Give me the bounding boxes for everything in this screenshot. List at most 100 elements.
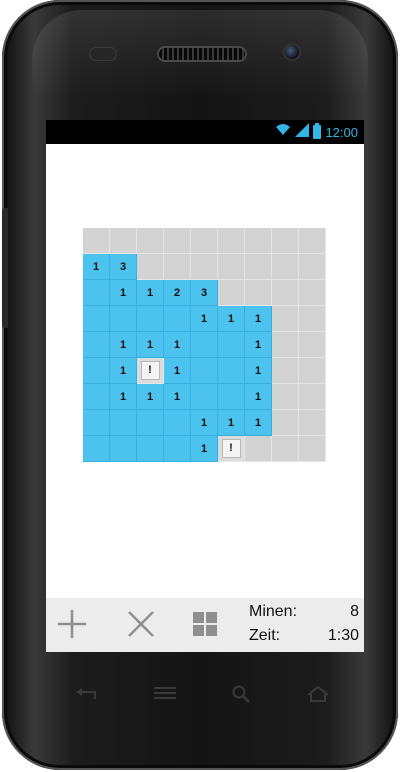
board-cell[interactable]: ! xyxy=(137,358,164,384)
front-camera xyxy=(285,45,299,59)
board-cell[interactable] xyxy=(272,358,299,384)
board-cell[interactable]: 1 xyxy=(137,332,164,358)
board-cell[interactable] xyxy=(110,410,137,436)
board-cell[interactable]: 1 xyxy=(137,280,164,306)
board-cell[interactable]: 1 xyxy=(137,384,164,410)
board-cell[interactable] xyxy=(164,410,191,436)
board-cell[interactable] xyxy=(272,254,299,280)
board-cell[interactable] xyxy=(272,306,299,332)
board-cell[interactable] xyxy=(218,384,245,410)
board-cell[interactable] xyxy=(191,228,218,254)
menu-key[interactable] xyxy=(145,680,185,712)
board-cell[interactable] xyxy=(272,332,299,358)
board-cell[interactable] xyxy=(191,332,218,358)
board-cell[interactable] xyxy=(110,228,137,254)
board-cell[interactable]: ! xyxy=(218,436,245,462)
board-cell[interactable] xyxy=(191,254,218,280)
board-cell[interactable] xyxy=(299,410,326,436)
board-cell[interactable] xyxy=(245,280,272,306)
board-cell[interactable] xyxy=(299,436,326,462)
board-cell[interactable] xyxy=(137,436,164,462)
back-key[interactable] xyxy=(66,680,106,712)
board-cell[interactable] xyxy=(299,384,326,410)
board-cell[interactable] xyxy=(164,254,191,280)
board-cell[interactable] xyxy=(191,358,218,384)
signal-icon xyxy=(295,122,310,142)
board-cell[interactable] xyxy=(83,280,110,306)
board-cell[interactable] xyxy=(272,384,299,410)
status-bar: 12:00 xyxy=(46,120,364,144)
board-cell[interactable]: 1 xyxy=(245,410,272,436)
board-cell[interactable]: 1 xyxy=(245,358,272,384)
board-cell[interactable]: 1 xyxy=(218,306,245,332)
board-cell[interactable]: 3 xyxy=(191,280,218,306)
board-cell[interactable]: 1 xyxy=(110,384,137,410)
board-cell[interactable] xyxy=(83,410,110,436)
board-cell[interactable] xyxy=(164,436,191,462)
board-cell[interactable]: 1 xyxy=(191,306,218,332)
board-cell[interactable] xyxy=(164,228,191,254)
board-cell[interactable]: 1 xyxy=(245,384,272,410)
board-cell[interactable] xyxy=(299,228,326,254)
board-cell[interactable]: 3 xyxy=(110,254,137,280)
board-cell[interactable] xyxy=(83,228,110,254)
board-cell[interactable] xyxy=(164,306,191,332)
board-cell[interactable]: 1 xyxy=(245,332,272,358)
board-cell[interactable] xyxy=(245,254,272,280)
hardware-navigation xyxy=(46,680,364,712)
board-cell[interactable]: 1 xyxy=(245,306,272,332)
board-cell[interactable] xyxy=(83,332,110,358)
board-cell[interactable] xyxy=(110,436,137,462)
board-cell[interactable] xyxy=(245,228,272,254)
new-game-button[interactable] xyxy=(52,606,92,646)
time-value: 1:30 xyxy=(327,627,359,644)
mines-label: Minen: xyxy=(249,603,298,620)
search-key[interactable] xyxy=(221,680,261,712)
board-cell[interactable] xyxy=(272,280,299,306)
board-cell[interactable] xyxy=(218,358,245,384)
board-cell[interactable] xyxy=(83,436,110,462)
board-cell[interactable] xyxy=(272,228,299,254)
board-cell[interactable] xyxy=(191,384,218,410)
board-cell[interactable]: 1 xyxy=(164,332,191,358)
board-cell[interactable]: 1 xyxy=(110,280,137,306)
board-cell[interactable] xyxy=(110,306,137,332)
board-cell[interactable]: 1 xyxy=(164,384,191,410)
search-icon xyxy=(231,684,251,709)
menu-grid-button[interactable] xyxy=(185,606,225,646)
board-cell[interactable] xyxy=(299,332,326,358)
board-cell[interactable] xyxy=(299,306,326,332)
home-icon xyxy=(306,685,330,708)
board-cell[interactable] xyxy=(137,306,164,332)
board-cell[interactable] xyxy=(299,254,326,280)
board-cell[interactable] xyxy=(83,384,110,410)
board-cell[interactable] xyxy=(137,410,164,436)
board-cell[interactable] xyxy=(137,228,164,254)
board-cell[interactable] xyxy=(299,358,326,384)
board-cell[interactable] xyxy=(245,436,272,462)
close-button[interactable] xyxy=(121,606,161,646)
board-cell[interactable] xyxy=(218,280,245,306)
board-cell[interactable] xyxy=(272,410,299,436)
board-cell[interactable]: 1 xyxy=(191,410,218,436)
board-cell[interactable]: 2 xyxy=(164,280,191,306)
home-key[interactable] xyxy=(298,680,338,712)
back-icon xyxy=(75,687,97,706)
earpiece-speaker xyxy=(159,48,245,60)
board-cell[interactable] xyxy=(83,358,110,384)
board-cell[interactable] xyxy=(137,254,164,280)
board-cell[interactable]: 1 xyxy=(110,358,137,384)
board-cell[interactable]: 1 xyxy=(218,410,245,436)
board-cell[interactable]: 1 xyxy=(164,358,191,384)
board-cell[interactable] xyxy=(218,254,245,280)
plus-icon xyxy=(55,607,89,646)
board-cell[interactable] xyxy=(218,332,245,358)
board-cell[interactable] xyxy=(83,306,110,332)
board-cell[interactable] xyxy=(299,280,326,306)
board-cell[interactable] xyxy=(272,436,299,462)
board-cell[interactable]: 1 xyxy=(83,254,110,280)
board-cell[interactable] xyxy=(218,228,245,254)
board-cell[interactable]: 1 xyxy=(110,332,137,358)
board-cell[interactable]: 1 xyxy=(191,436,218,462)
minesweeper-board[interactable]: 1 3 1 1 2 3 1 1 1 1 1 1 1 1! 1 1 1 1 1 1 1 1 1 1! xyxy=(83,228,326,462)
